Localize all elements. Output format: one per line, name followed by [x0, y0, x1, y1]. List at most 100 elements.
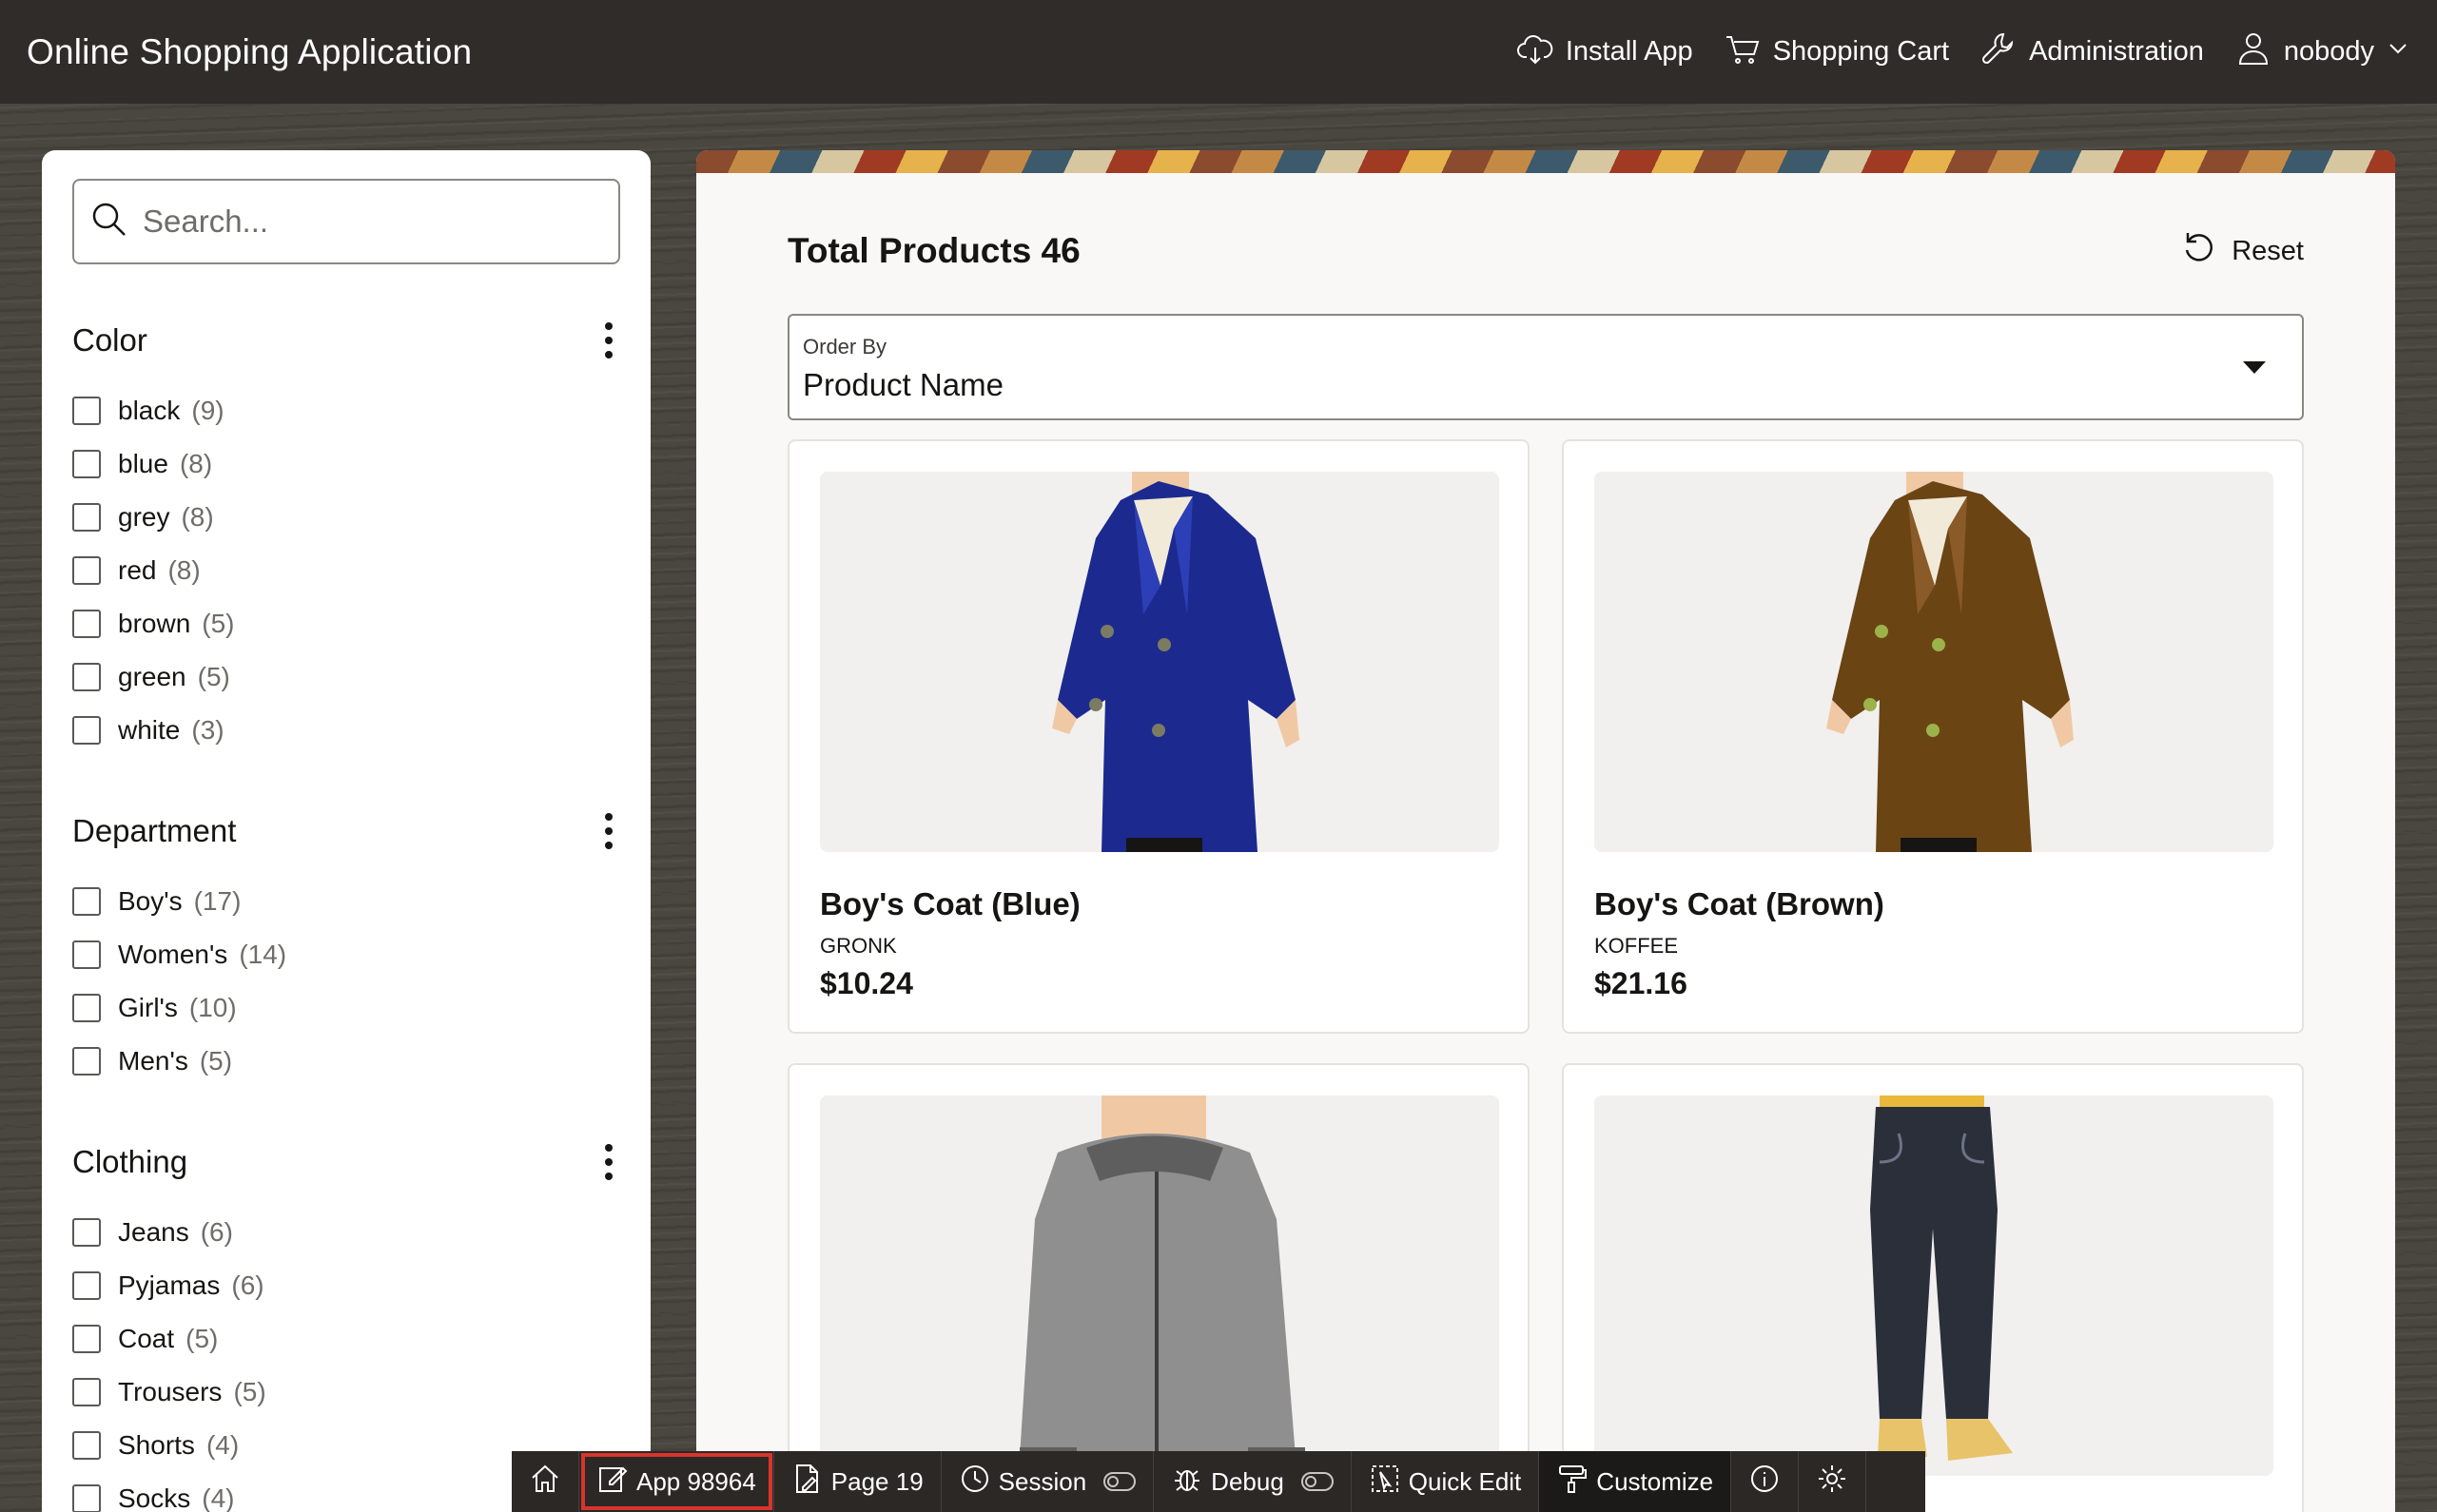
product-brand: KOFFEE [1594, 934, 1679, 958]
edit-icon [596, 1463, 629, 1502]
facet-option-label: red [118, 555, 157, 585]
facet-option[interactable]: Men's (5) [72, 1035, 620, 1088]
search-icon [89, 200, 129, 244]
facet-title-department: Department [72, 813, 237, 848]
chevron-down-icon [2386, 36, 2410, 68]
facet-option[interactable]: blue (8) [72, 437, 620, 491]
product-card[interactable]: Boy's Coat (Brown) KOFFEE $21.16 [1562, 439, 2304, 1034]
devbar-page-button[interactable]: Page 19 [774, 1451, 942, 1512]
checkbox[interactable] [72, 1484, 101, 1512]
product-image [820, 1095, 1499, 1476]
checkbox[interactable] [72, 994, 101, 1022]
decorative-banner [696, 150, 2395, 173]
total-products: Total Products 46 [788, 231, 1081, 270]
devbar-app-button[interactable]: App 98964 [579, 1451, 774, 1512]
app-header: Online Shopping Application Install App … [0, 0, 2437, 104]
facet-option[interactable]: grey (8) [72, 491, 620, 544]
facet-option[interactable]: red (8) [72, 544, 620, 597]
grey-hoodie-image [1020, 1095, 1305, 1476]
facet-option-label: Pyjamas [118, 1270, 221, 1300]
reset-button[interactable]: Reset [2180, 228, 2304, 274]
devbar-home-button[interactable] [512, 1451, 579, 1512]
devbar-info-button[interactable] [1731, 1451, 1800, 1512]
checkbox[interactable] [72, 1431, 101, 1460]
product-price: $21.16 [1594, 966, 1687, 1000]
devbar-settings-button[interactable] [1799, 1451, 1867, 1512]
brown-coat-image [1826, 472, 2074, 852]
devbar-session-button[interactable]: Session [942, 1451, 1155, 1512]
paint-roller-icon [1556, 1463, 1589, 1502]
checkbox[interactable] [72, 397, 101, 425]
product-name[interactable]: Boy's Coat (Blue) [820, 886, 1497, 922]
more-vertical-icon[interactable] [597, 1141, 620, 1183]
checkbox[interactable] [72, 610, 101, 638]
facet-option-label: Women's [118, 940, 228, 969]
clock-icon [959, 1463, 991, 1502]
devbar-customize-button[interactable]: Customize [1539, 1451, 1732, 1512]
facet-option[interactable]: Women's (14) [72, 928, 620, 981]
search-box[interactable] [72, 179, 620, 264]
install-app-link[interactable]: Install App [1516, 29, 1693, 75]
checkbox[interactable] [72, 450, 101, 478]
product-card[interactable] [1562, 1063, 2304, 1512]
checkbox[interactable] [72, 1047, 101, 1076]
debug-toggle-icon[interactable] [1300, 1472, 1334, 1491]
facet-option-count: (5) [233, 1377, 266, 1406]
checkbox[interactable] [72, 716, 101, 745]
product-brand: GRONK [820, 934, 897, 958]
facet-title-clothing: Clothing [72, 1144, 188, 1179]
devbar-quick-edit-label: Quick Edit [1408, 1466, 1522, 1496]
facet-list-color: black (9) blue (8) grey (8) red (8) brown (5)… [72, 384, 620, 757]
more-vertical-icon[interactable] [597, 810, 620, 852]
order-by-label: Order By [803, 335, 887, 359]
devbar-debug-button[interactable]: Debug [1154, 1451, 1352, 1512]
facet-option[interactable]: Coat (5) [72, 1312, 620, 1366]
facet-option-count: (9) [191, 396, 224, 425]
product-name[interactable]: Boy's Coat (Brown) [1594, 886, 2271, 922]
order-by-select[interactable]: Order By Product Name [788, 314, 2304, 420]
order-by-value: Product Name [803, 367, 1004, 402]
search-input[interactable] [143, 204, 599, 240]
facet-option-count: (6) [231, 1270, 264, 1300]
reset-label: Reset [2232, 235, 2304, 266]
facet-option[interactable]: black (9) [72, 384, 620, 437]
checkbox[interactable] [72, 503, 101, 532]
checkbox[interactable] [72, 887, 101, 916]
facet-option-label: brown [118, 609, 191, 638]
more-vertical-icon[interactable] [597, 320, 620, 361]
checkbox[interactable] [72, 663, 101, 691]
checkbox[interactable] [72, 1378, 101, 1406]
facet-option-count: (14) [239, 940, 287, 969]
app-title[interactable]: Online Shopping Application [27, 32, 472, 72]
home-icon [529, 1463, 561, 1502]
product-card[interactable] [788, 1063, 1530, 1512]
caret-down-icon [2243, 361, 2266, 374]
product-image [1594, 1095, 2273, 1476]
administration-link[interactable]: Administration [1979, 29, 2204, 75]
facet-option[interactable]: Pyjamas (6) [72, 1259, 620, 1312]
facet-option[interactable]: white (3) [72, 704, 620, 757]
facet-option-count: (5) [197, 662, 230, 691]
checkbox[interactable] [72, 1271, 101, 1300]
checkbox[interactable] [72, 556, 101, 585]
quick-edit-icon [1369, 1463, 1401, 1502]
checkbox[interactable] [72, 1325, 101, 1353]
checkbox[interactable] [72, 1218, 101, 1247]
facet-option-count: (5) [202, 609, 235, 638]
product-region: Total Products 46 Reset Order By Product… [696, 150, 2395, 1512]
devbar-quick-edit-button[interactable]: Quick Edit [1352, 1451, 1540, 1512]
facet-option[interactable]: brown (5) [72, 597, 620, 650]
user-menu[interactable]: nobody [2234, 29, 2410, 75]
facet-option[interactable]: Girl's (10) [72, 981, 620, 1035]
facet-option[interactable]: Jeans (6) [72, 1206, 620, 1259]
shopping-cart-link[interactable]: Shopping Cart [1724, 29, 1949, 75]
facet-list-department: Boy's (17) Women's (14) Girl's (10) Men's (5… [72, 875, 620, 1088]
facet-option[interactable]: Boy's (17) [72, 875, 620, 928]
checkbox[interactable] [72, 940, 101, 969]
facet-header-color: Color [72, 320, 620, 361]
product-card[interactable]: Boy's Coat (Blue) GRONK $10.24 [788, 439, 1530, 1034]
facet-option[interactable]: Trousers (5) [72, 1366, 620, 1419]
facet-option[interactable]: green (5) [72, 650, 620, 704]
session-toggle-icon[interactable] [1103, 1472, 1137, 1491]
facet-option-count: (8) [179, 449, 213, 478]
